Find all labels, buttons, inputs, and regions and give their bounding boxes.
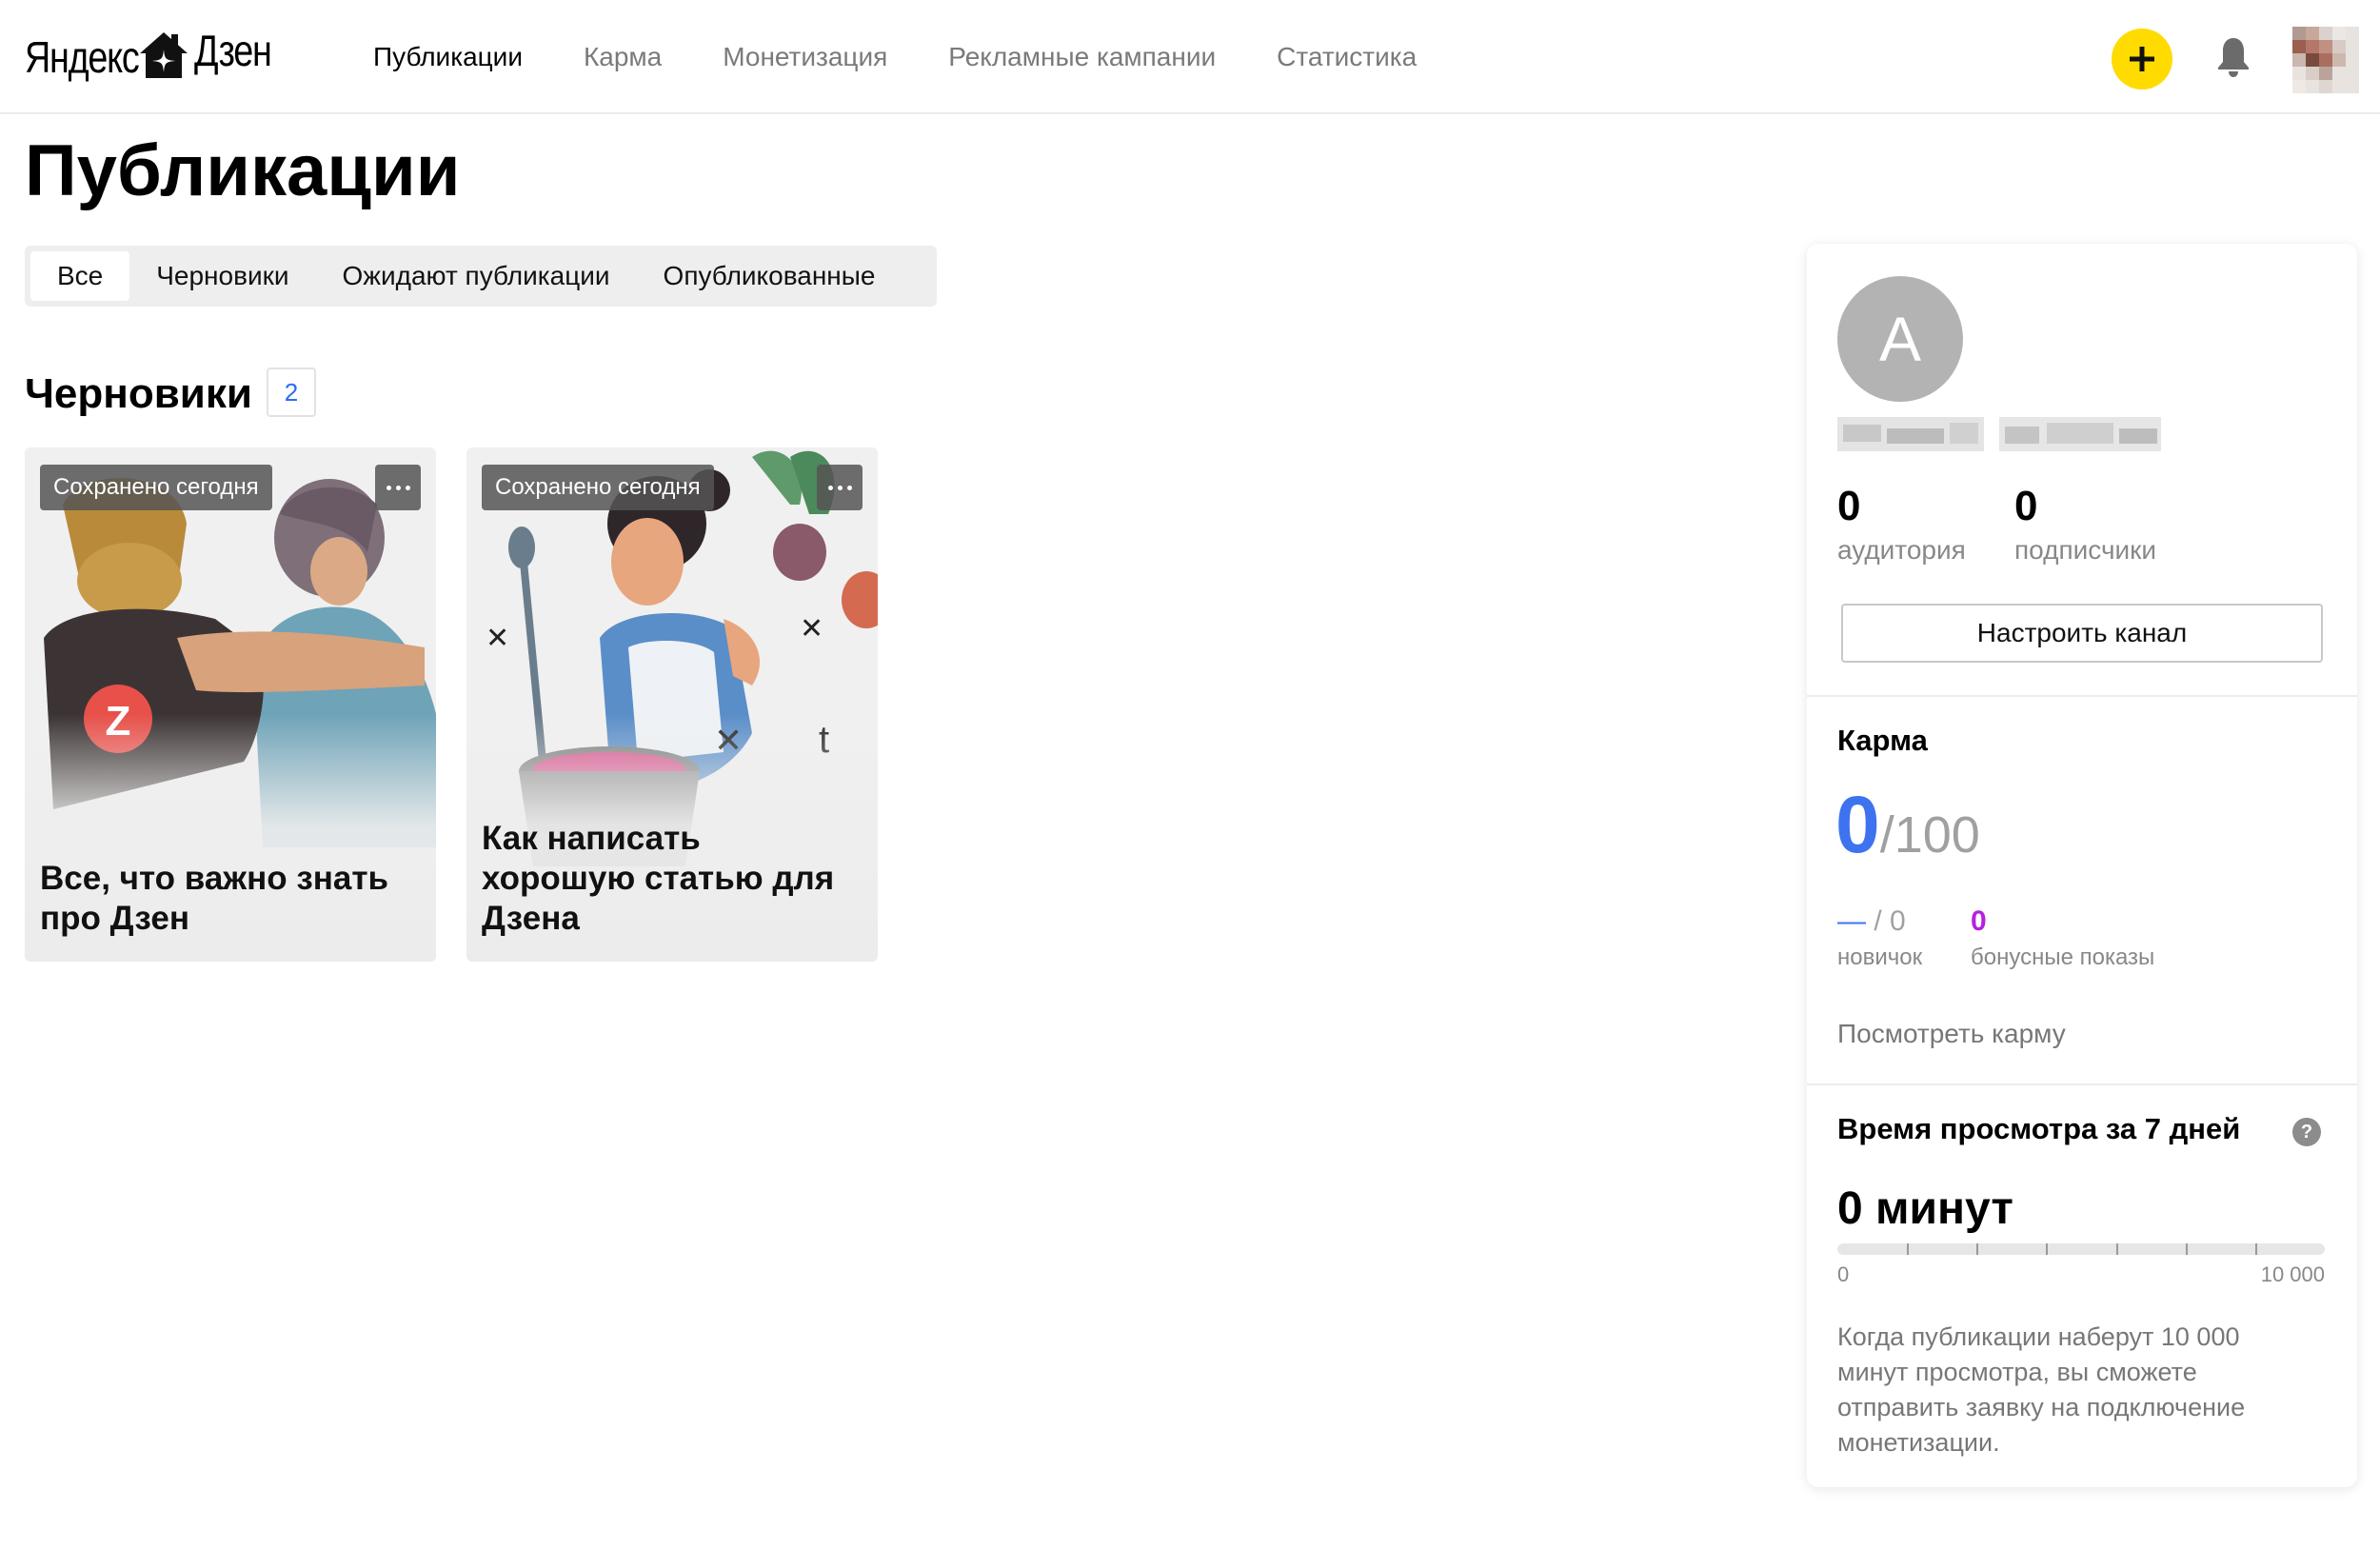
more-options-button[interactable] [375,465,421,510]
karma-level-value: — / 0 [1837,905,1906,937]
top-header: Яндекс Дзен Публикации Карма Монетизация… [0,0,2380,114]
card-title: Все, что важно знать про Дзен [40,860,388,937]
view-karma-link[interactable]: Посмотреть карму [1837,1019,2066,1049]
nav-item-ad-campaigns[interactable]: Рекламные кампании [948,42,1216,72]
more-options-button[interactable] [817,465,863,510]
drafts-count-badge: 2 [267,368,316,417]
subscribers-value: 0 [2014,483,2038,529]
tab-drafts[interactable]: Черновики [129,251,315,301]
house-icon [140,32,188,78]
karma-value: 0 [1835,780,1880,869]
saved-badge: Сохранено сегодня [482,465,714,510]
watch-time-progress [1837,1243,2325,1255]
subscribers-label: подписчики [2014,535,2157,565]
progress-min-label: 0 [1837,1262,1850,1286]
watch-time-value: 0 минут [1837,1183,2013,1234]
nav-item-karma[interactable]: Карма [584,42,662,72]
progress-tick [2254,1243,2257,1255]
blurred-channel-name [1837,417,2161,451]
logo-yandex-text: Яндекс [25,32,140,82]
watch-time-heading: Время просмотра за 7 дней [1837,1112,2241,1145]
svg-text:✕: ✕ [800,613,823,645]
progress-tick [2185,1243,2188,1255]
progress-tick [2115,1243,2118,1255]
nav-item-publications[interactable]: Публикации [373,42,523,72]
drafts-heading: Черновики [25,370,252,417]
draft-card[interactable]: ✕ ✕ ✕ t Сохранено сегодня Как написать х… [466,447,878,962]
nav-item-monetization[interactable]: Монетизация [723,42,887,72]
karma-bonus: 0 бонусные показы [1971,903,2154,975]
progress-max-label: 10 000 [2260,1262,2325,1286]
draft-card[interactable]: Z Сохранено сегодня Все, что важно знать… [25,447,436,962]
karma-score: 0/100 [1835,777,1980,896]
tab-all[interactable]: Все [30,251,130,301]
tab-pending[interactable]: Ожидают публикации [316,251,637,301]
karma-level-label: новичок [1837,944,1923,970]
karma-max: /100 [1879,806,1980,864]
logo[interactable]: Яндекс Дзен [25,29,272,86]
progress-tick [1976,1243,1979,1255]
help-icon[interactable]: ? [2292,1118,2321,1146]
subscribers-stat: 0 подписчики [2014,482,2156,569]
audience-value: 0 [1837,483,1861,529]
audience-label: аудитория [1837,535,1966,565]
monetization-note: Когда публикации наберут 10 000 минут пр… [1837,1322,2246,1457]
progress-tick [2046,1243,2049,1255]
tab-published[interactable]: Опубликованные [637,251,902,301]
divider [1807,695,2357,697]
audience-stat: 0 аудитория [1837,482,1966,569]
logo-dzen-text: Дзен [194,26,272,75]
plus-icon [2130,47,2154,71]
karma-bonus-value: 0 [1971,905,1987,937]
page-title: Публикации [25,130,461,211]
divider [1807,1083,2357,1085]
karma-level: — / 0 новичок [1837,903,1922,975]
setup-channel-button[interactable]: Настроить канал [1841,604,2323,663]
progress-tick [1907,1243,1910,1255]
channel-sidebar: A 0 аудитория 0 подписчики Настроить кан… [1807,244,2357,1487]
karma-bonus-label: бонусные показы [1971,944,2155,970]
main-nav: Публикации Карма Монетизация Рекламные к… [373,0,1478,114]
card-title: Как написать хорошую статью для Дзена [482,820,835,937]
publication-tabs: Все Черновики Ожидают публикации Опублик… [25,246,937,307]
channel-avatar[interactable]: A [1837,276,1963,402]
saved-badge: Сохранено сегодня [40,465,272,510]
user-avatar[interactable] [2292,27,2359,93]
karma-heading: Карма [1837,724,1928,757]
bell-icon[interactable] [2216,36,2251,78]
svg-text:✕: ✕ [486,623,509,654]
nav-item-statistics[interactable]: Статистика [1277,42,1417,72]
create-button[interactable] [2112,29,2172,89]
